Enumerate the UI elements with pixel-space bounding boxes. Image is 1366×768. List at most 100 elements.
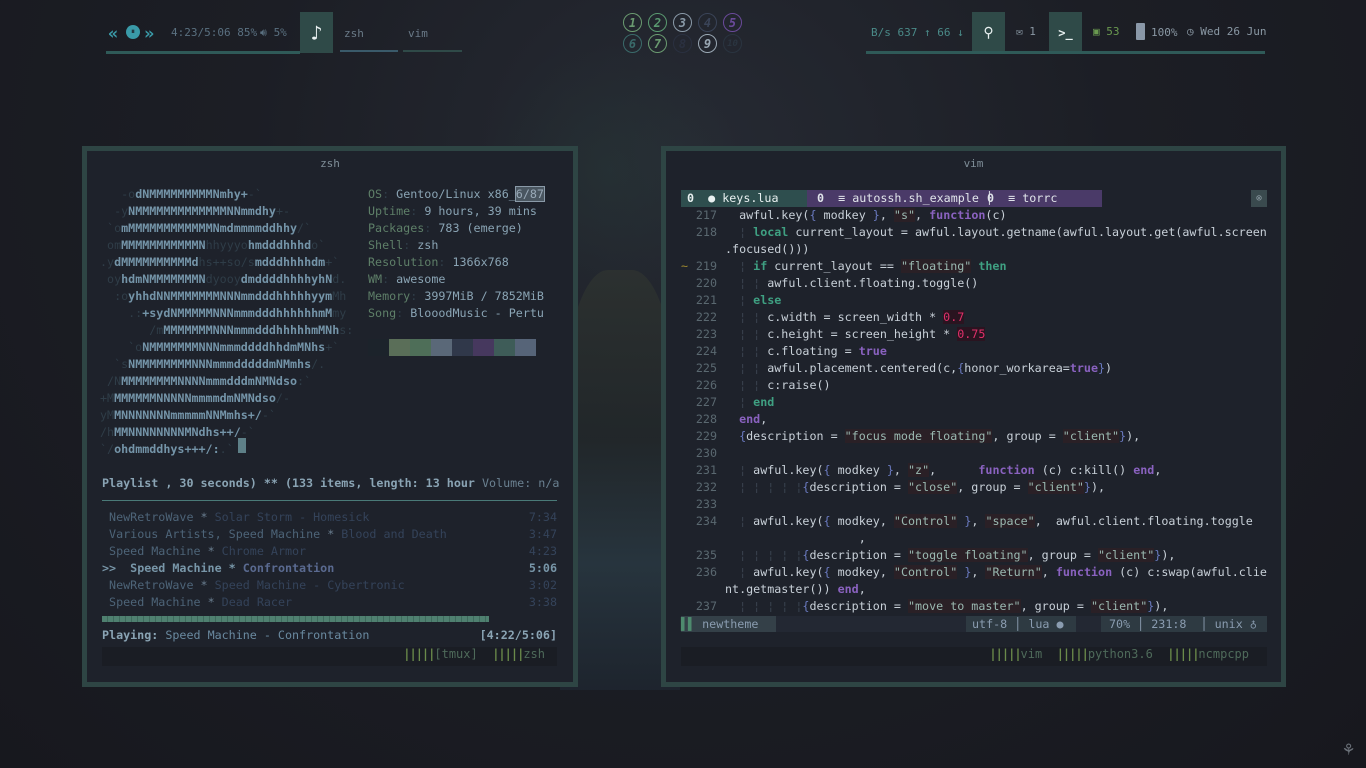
ascii-segment: .` xyxy=(219,442,234,456)
activity-bars-icon: ||||| xyxy=(1056,647,1089,661)
tmux-window-list: |||||vim |||||python3.6 |||||ncmpcpp xyxy=(989,647,1249,661)
code-token: "focus mode floating" xyxy=(844,429,993,443)
close-tab-icon[interactable]: ⊗ xyxy=(1251,190,1267,207)
ascii-segment: hs++so/s xyxy=(198,255,255,269)
ascii-segment: .y xyxy=(100,255,115,269)
pause-icon[interactable]: ⏸ xyxy=(126,25,140,39)
code-editor[interactable]: 217 awful.key({ modkey }, "s", function(… xyxy=(681,207,1271,615)
tab-number: 0 xyxy=(687,191,695,205)
workspace-3[interactable]: 3 xyxy=(673,13,692,32)
tmux-window[interactable]: zsh xyxy=(523,647,545,661)
workspace-2[interactable]: 2 xyxy=(648,13,667,32)
code-line: 220 ¦ ¦ awful.client.floating.toggle() xyxy=(681,275,1271,292)
playlist-item[interactable]: NewRetroWave * Speed Machine - Cybertron… xyxy=(102,577,557,594)
playback-progress[interactable] xyxy=(102,616,557,622)
workspace-7[interactable]: 7 xyxy=(648,34,667,53)
workspace-5[interactable]: 5 xyxy=(723,13,742,32)
task-zsh[interactable]: zsh xyxy=(344,27,364,40)
code-token: , group = xyxy=(1020,599,1091,613)
code-line: 224 ¦ ¦ c.floating = true xyxy=(681,343,1271,360)
code-token: c.height = screen_height * xyxy=(767,327,958,341)
tab-torrc[interactable]: 0 ≡ torrc xyxy=(987,190,1057,207)
ascii-segment: om xyxy=(100,238,122,252)
tmux-window[interactable]: ncmpcpp xyxy=(1198,647,1249,661)
previous-track-icon[interactable]: « xyxy=(108,24,118,44)
ascii-segment: dMMMMMMMMMMd xyxy=(114,255,199,269)
playlist-item[interactable]: Speed Machine * Chrome Armor 4:23 xyxy=(102,543,557,560)
volume-widget[interactable]: 🔊︎ 5% xyxy=(260,26,287,40)
mail-widget[interactable]: ✉ 1 xyxy=(1016,25,1036,38)
music-note-icon[interactable]: ♪ xyxy=(300,12,333,53)
cursor-position: 231:8 xyxy=(1151,617,1187,631)
current-marker xyxy=(102,544,109,558)
code-token: } xyxy=(872,208,880,222)
cpu-icon: ▣ xyxy=(1093,25,1100,38)
code-token: { xyxy=(823,514,831,528)
palette-swatch xyxy=(473,339,494,356)
corner-logo-icon: ⚘ xyxy=(1343,739,1354,760)
tmux-window[interactable]: [tmux] xyxy=(434,647,477,661)
workspace-6[interactable]: 6 xyxy=(623,34,642,53)
ascii-segment: /h xyxy=(100,425,115,439)
ascii-segment: `o xyxy=(100,221,122,235)
net-up: 637 xyxy=(897,26,918,39)
map-pin-icon[interactable]: ⚲ xyxy=(972,12,1005,53)
info-sep: : xyxy=(410,289,425,303)
code-token: , xyxy=(971,514,986,528)
playlist-item[interactable]: >> Speed Machine * Confrontation 5:06 xyxy=(102,560,557,577)
vim-window[interactable]: vim 0 ● keys.lua 0 ≡ autossh.sh_example … xyxy=(661,146,1286,687)
palette-swatch xyxy=(410,339,431,356)
tmux-window[interactable]: python3.6 xyxy=(1088,647,1153,661)
file-format: unix xyxy=(1214,617,1243,631)
tab-number: 0 xyxy=(987,191,995,205)
info-row: Shell: zsh xyxy=(368,237,544,254)
code-token: "client" xyxy=(1062,429,1120,443)
ascii-segment: mdddhhhhdm xyxy=(254,255,326,269)
info-row: WM: awesome xyxy=(368,271,544,288)
ascii-segment: :o xyxy=(100,289,129,303)
ascii-segment: -` xyxy=(247,187,262,201)
tmux-window[interactable]: vim xyxy=(1021,647,1043,661)
code-token: "Control" xyxy=(893,565,958,579)
ascii-line: /hMMNNNNNNNNMNdhs++/-` xyxy=(100,424,353,441)
code-token: awful.placement.centered(c, xyxy=(767,361,958,375)
ascii-segment: yhhdNNMMMMMMMNNNmmdddhhhhhyym xyxy=(128,289,333,303)
playlist-item[interactable]: Speed Machine * Dead Racer 3:38 xyxy=(102,594,557,611)
ascii-segment: +sydNMMMMMNNNmmmdddhhhhhhmM xyxy=(142,306,333,320)
task-zsh-underline xyxy=(340,50,398,52)
workspace-8[interactable]: 8 xyxy=(673,34,692,53)
scroll-percent: 70% xyxy=(1109,617,1131,631)
next-track-icon[interactable]: » xyxy=(144,24,154,44)
code-token: "Control" xyxy=(893,514,958,528)
zsh-window[interactable]: zsh -odNMMMMMMMMMNmhy+-` -yNMMMMMMMMMMMM… xyxy=(82,146,578,687)
code-token: modkey, xyxy=(830,514,894,528)
workspace-10[interactable]: 10 xyxy=(723,34,742,53)
code-token: 0.7 xyxy=(943,310,965,324)
ascii-segment: dmddddhhhhyhN xyxy=(240,272,333,286)
color-palette xyxy=(368,339,536,356)
workspace-9[interactable]: 9 xyxy=(698,34,717,53)
workspace-4[interactable]: 4 xyxy=(698,13,717,32)
code-token: modkey, xyxy=(830,565,894,579)
terminal-icon[interactable]: >_ xyxy=(1049,12,1082,53)
playlist-item[interactable]: NewRetroWave * Solar Storm - Homesick 7:3… xyxy=(102,509,557,526)
code-token: ¦ ¦ xyxy=(725,276,768,290)
track-duration: 3:38 xyxy=(528,595,557,609)
code-line: .focused())) xyxy=(681,241,1271,258)
playlist[interactable]: NewRetroWave * Solar Storm - Homesick 7:3… xyxy=(102,509,557,611)
clock-widget[interactable]: ◷ Wed 26 Jun xyxy=(1187,25,1266,38)
tab-keys-lua[interactable]: 0 ● keys.lua xyxy=(681,190,807,207)
playlist-item[interactable]: Various Artists, Speed Machine * Blood a… xyxy=(102,526,557,543)
mail-count: 1 xyxy=(1029,25,1036,38)
workspace-1[interactable]: 1 xyxy=(623,13,642,32)
code-token: , xyxy=(971,565,986,579)
task-vim[interactable]: vim xyxy=(408,27,428,40)
separator: * xyxy=(200,595,222,609)
now-playing: Playing: Speed Machine - Confrontation [4… xyxy=(102,627,557,644)
info-label: Resolution xyxy=(368,255,439,269)
code-token: ¦ xyxy=(725,259,754,273)
tab-autossh[interactable]: 0 ≡ autossh.sh_example │ xyxy=(817,190,1000,207)
code-token: ¦ xyxy=(725,225,754,239)
code-line: 232 ¦ ¦ ¦ ¦ ¦{description = "close", gro… xyxy=(681,479,1271,496)
